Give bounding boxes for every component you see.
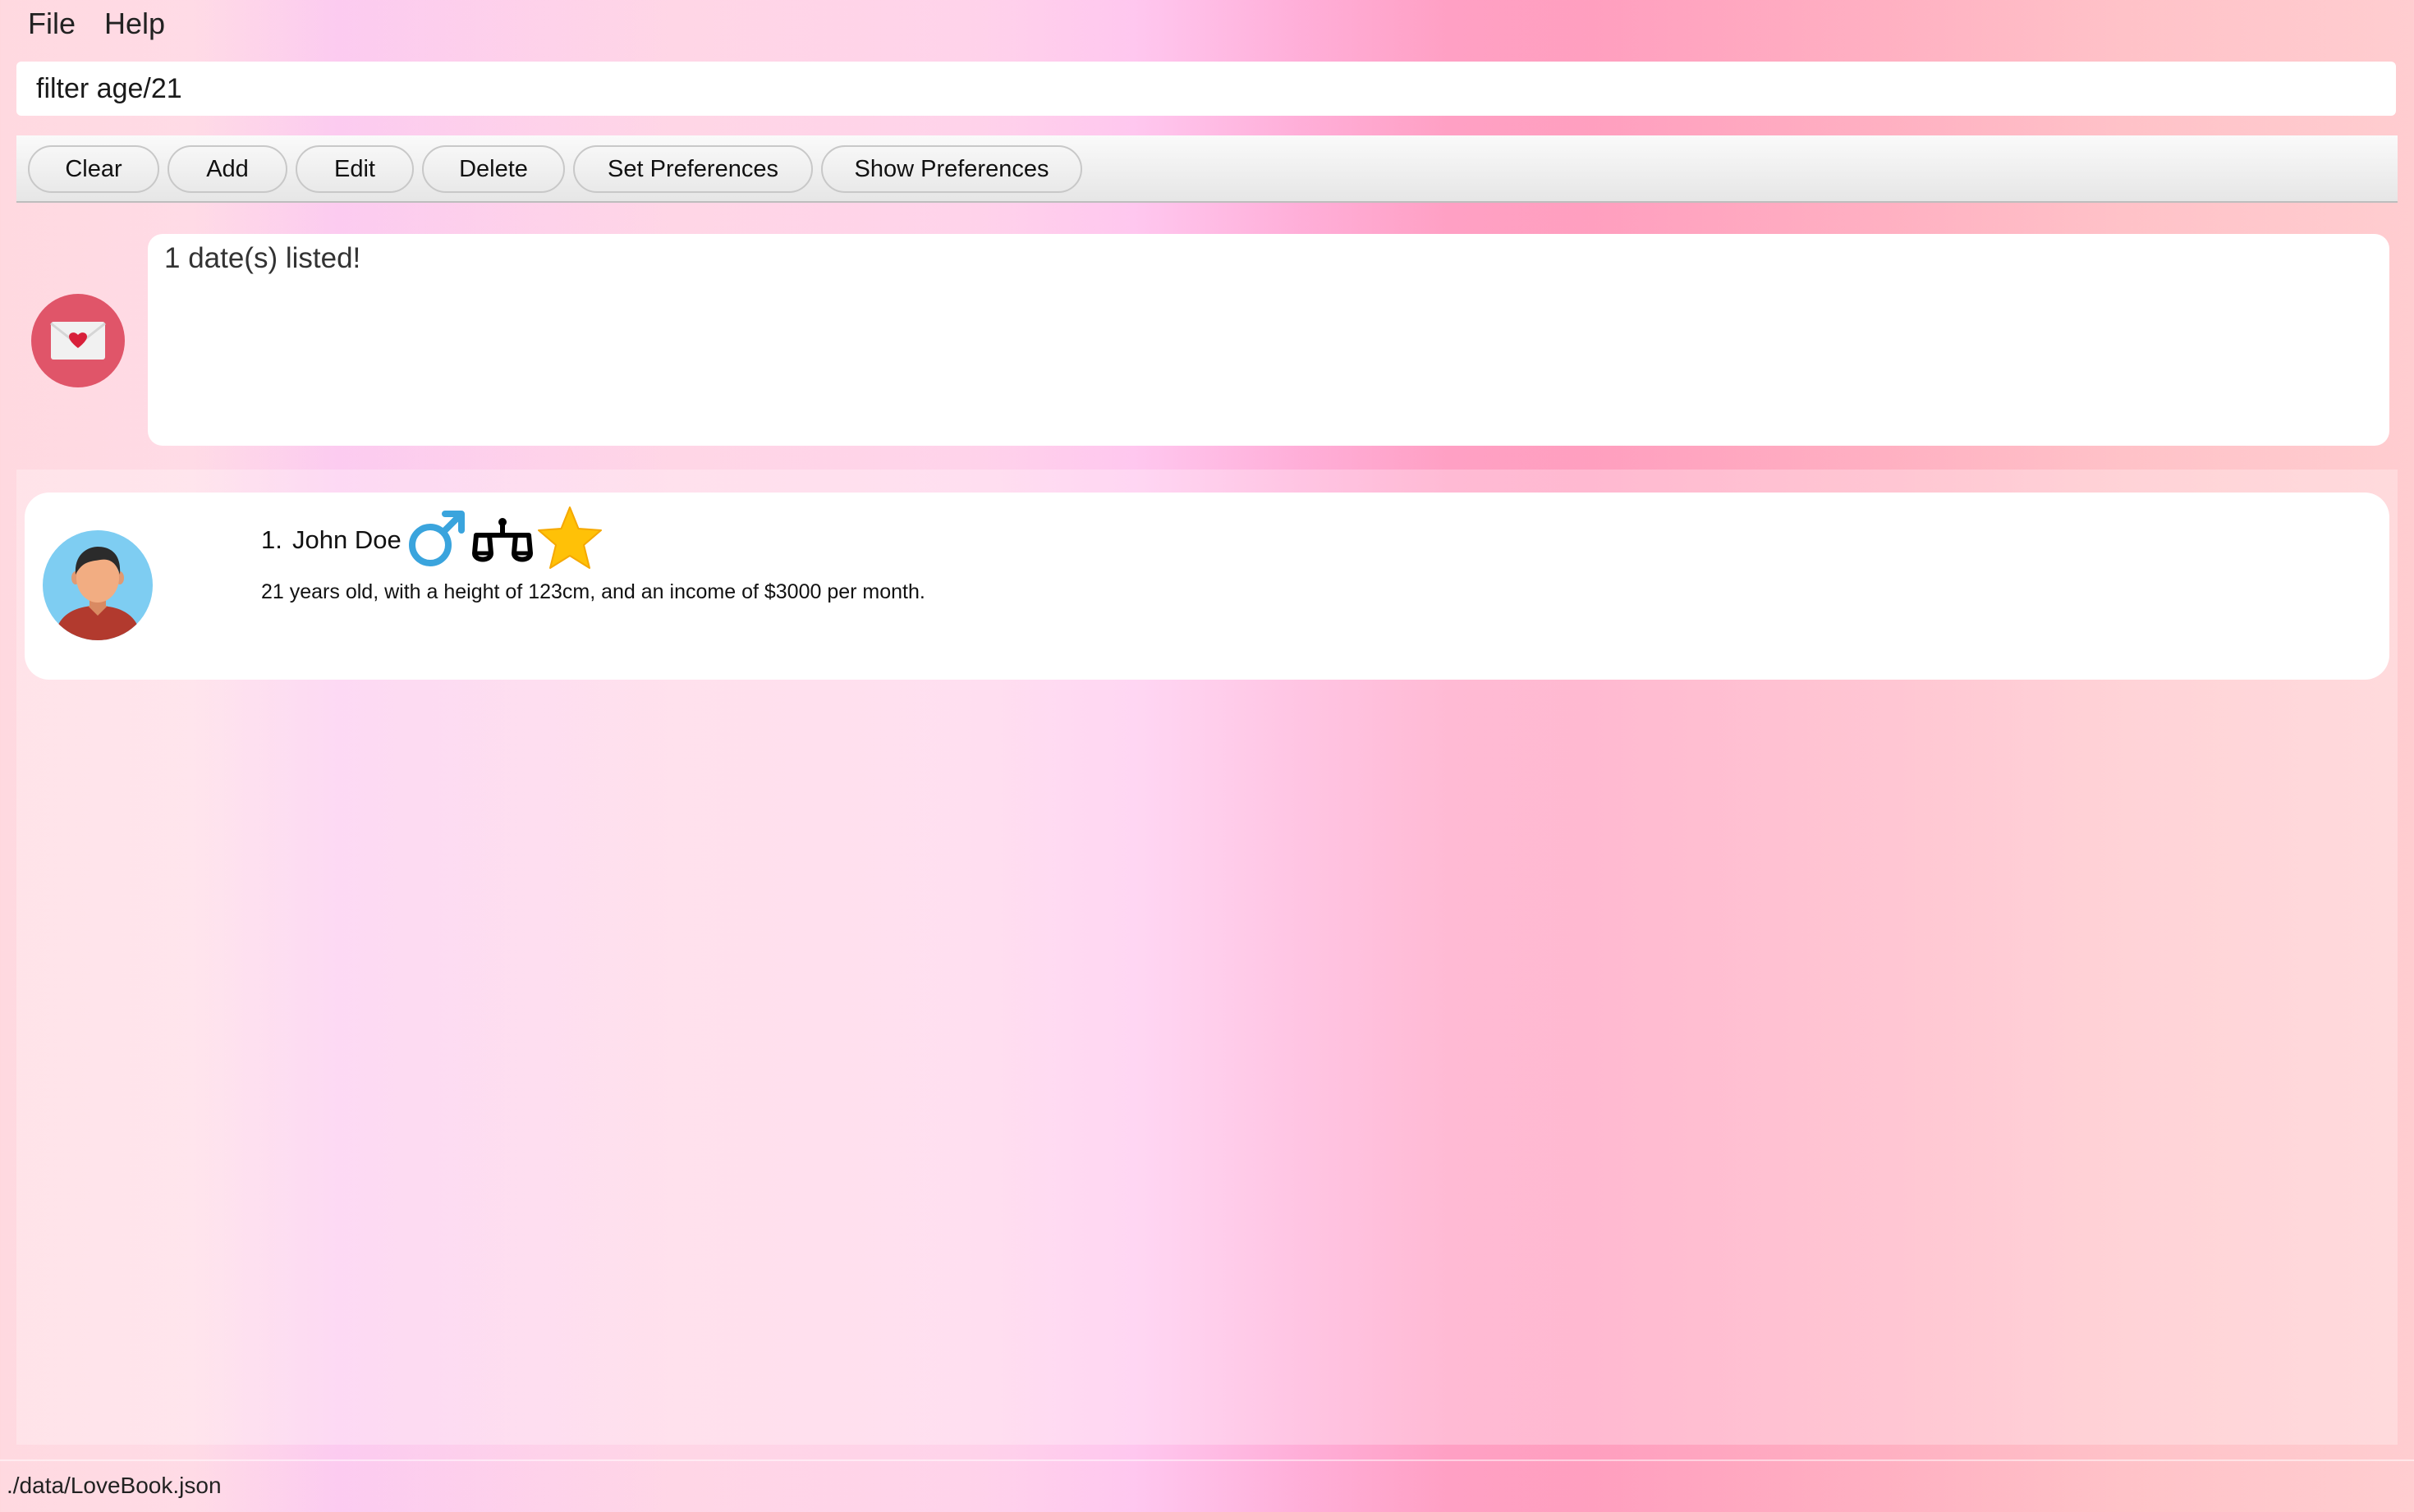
love-letter-icon	[31, 294, 125, 387]
libra-scales-icon	[470, 507, 535, 574]
status-bar: ./data/LoveBook.json	[0, 1459, 2414, 1512]
command-input[interactable]	[36, 62, 2376, 116]
result-message: 1 date(s) listed!	[164, 242, 361, 274]
date-card[interactable]: 1. John Doe 21 years old, with a height …	[25, 493, 2389, 680]
star-icon	[535, 504, 604, 577]
date-name: John Doe	[292, 525, 402, 554]
show-preferences-button[interactable]: Show Preferences	[821, 145, 1082, 193]
date-details: 21 years old, with a height of 123cm, an…	[261, 580, 925, 603]
toolbar: Clear Add Edit Delete Set Preferences Sh…	[16, 135, 2398, 203]
command-box	[16, 62, 2396, 116]
avatar-icon	[43, 530, 153, 640]
menu-help[interactable]: Help	[104, 7, 165, 41]
clear-button[interactable]: Clear	[28, 145, 159, 193]
edit-button[interactable]: Edit	[296, 145, 414, 193]
result-display: 1 date(s) listed!	[148, 234, 2389, 446]
file-path-label: ./data/LoveBook.json	[7, 1473, 222, 1498]
set-preferences-button[interactable]: Set Preferences	[573, 145, 813, 193]
menu-file[interactable]: File	[28, 7, 76, 41]
menu-bar: File Help	[0, 0, 2414, 54]
date-index: 1.	[261, 525, 282, 554]
delete-button[interactable]: Delete	[422, 145, 565, 193]
male-gender-icon	[406, 507, 468, 574]
add-button[interactable]: Add	[168, 145, 287, 193]
